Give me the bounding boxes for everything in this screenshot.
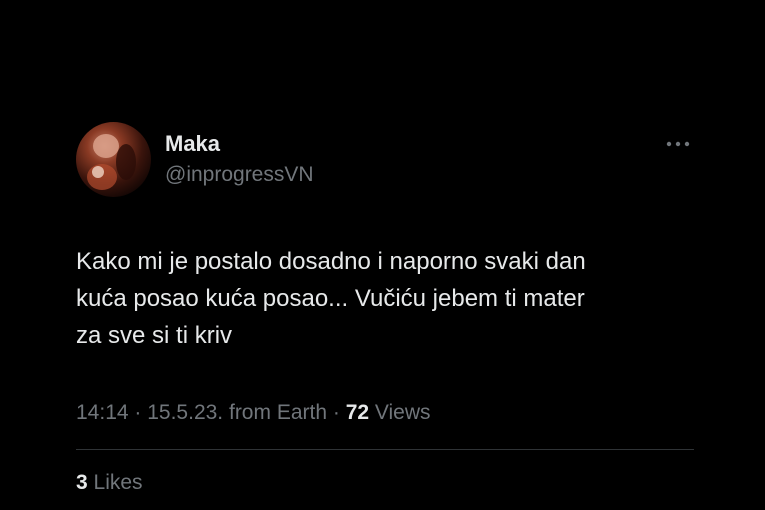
- author-name[interactable]: Maka: [165, 131, 220, 157]
- views-label: Views: [369, 401, 431, 424]
- likes-count: 3: [76, 471, 88, 494]
- avatar-image: [87, 134, 136, 190]
- tweet-text-line: za sve si ti kriv: [76, 322, 233, 349]
- divider: [76, 449, 694, 450]
- likes-link[interactable]: 3 Likes: [76, 471, 143, 495]
- tweet-source: from Earth: [228, 401, 328, 424]
- more-horizontal-icon[interactable]: [662, 132, 694, 156]
- likes-label: Likes: [87, 471, 143, 494]
- meta-separator: ·: [128, 401, 148, 424]
- views-count: 72: [345, 401, 370, 424]
- tweet-card: Maka @inprogressVN Kako mi je postalo do…: [0, 0, 765, 510]
- avatar[interactable]: [76, 122, 151, 197]
- author-handle[interactable]: @inprogressVN: [165, 163, 314, 187]
- tweet-meta: 14:14 · 15.5.23. from Earth · 72 Views: [76, 401, 431, 425]
- meta-separator: ·: [327, 401, 346, 424]
- tweet-text-line: kuća posao kuća posao... Vučiću jebem ti…: [76, 285, 585, 312]
- tweet-text: Kako mi je postalo dosadno i naporno sva…: [76, 243, 716, 354]
- tweet-date[interactable]: 15.5.23.: [147, 401, 223, 424]
- tweet-time[interactable]: 14:14: [76, 401, 129, 424]
- tweet-text-line: Kako mi je postalo dosadno i naporno sva…: [76, 248, 586, 275]
